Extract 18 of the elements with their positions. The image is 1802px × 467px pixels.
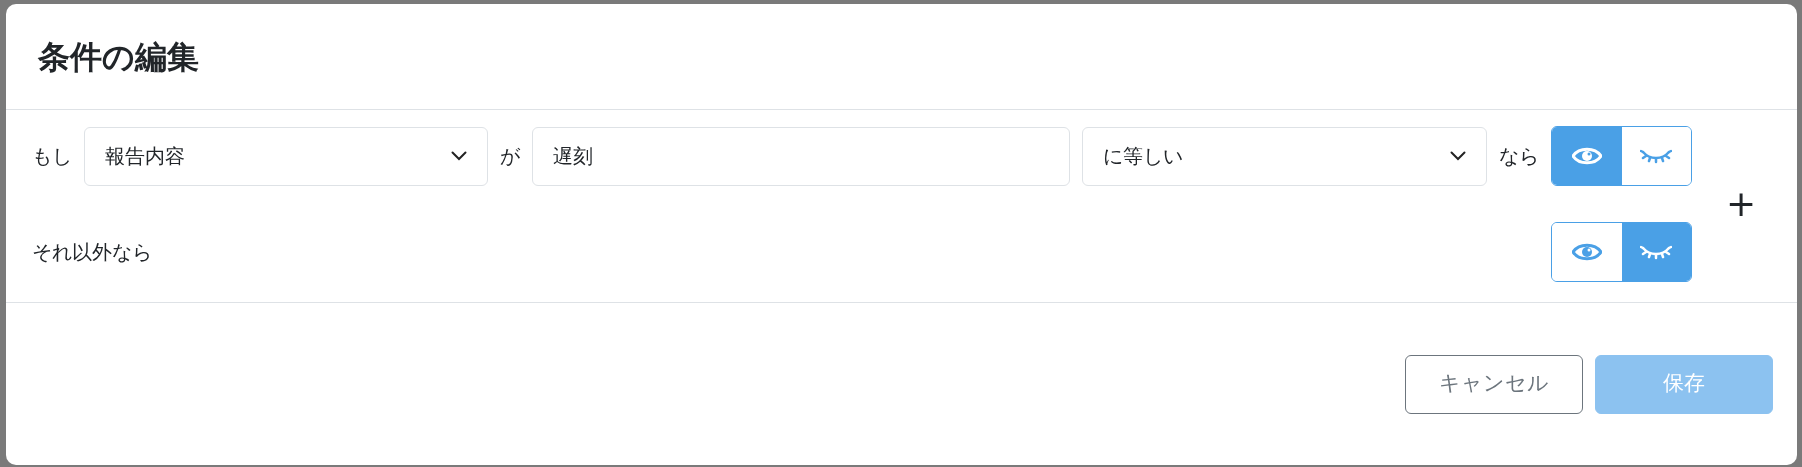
eye-icon xyxy=(1571,242,1602,262)
show-toggle[interactable] xyxy=(1552,127,1622,185)
chevron-down-icon xyxy=(1450,151,1466,161)
then-label: なら xyxy=(1499,143,1539,170)
closed-eye-icon xyxy=(1640,148,1673,164)
hide-toggle[interactable] xyxy=(1621,223,1691,281)
otherwise-label: それ以外なら xyxy=(32,239,152,266)
operator-select[interactable]: に等しい xyxy=(1082,126,1487,186)
field-select[interactable]: 報告内容 xyxy=(84,126,488,186)
add-button[interactable]: + xyxy=(1726,186,1757,222)
closed-eye-icon xyxy=(1640,244,1673,260)
chevron-down-icon xyxy=(451,151,467,161)
eye-icon xyxy=(1571,146,1602,166)
value-field[interactable]: 遅刻 xyxy=(532,126,1070,186)
dialog-title: 条件の編集 xyxy=(38,36,199,78)
connector-label: が xyxy=(500,143,520,170)
if-label: もし xyxy=(32,143,72,170)
cancel-button[interactable]: キャンセル xyxy=(1405,354,1583,414)
